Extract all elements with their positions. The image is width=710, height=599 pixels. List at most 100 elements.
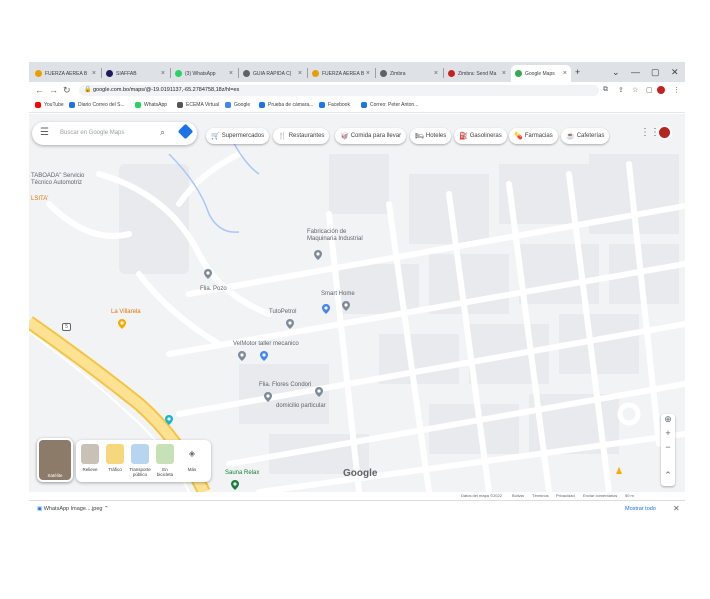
zoom-in-button[interactable]: + <box>661 428 675 442</box>
search-box[interactable]: ☰ Buscar en Google Maps ⌕ <box>32 122 197 145</box>
attribution-bar: Datos del mapa ©2022 Bolivia Términos Pr… <box>29 492 685 500</box>
layer-relieve[interactable]: Relieve <box>79 444 101 472</box>
close-icon[interactable]: × <box>161 70 165 77</box>
profile-avatar[interactable] <box>657 86 665 94</box>
bookmark-correo-peter[interactable]: Correo: Peter Anton... <box>361 102 418 108</box>
gray-pin-icon[interactable] <box>314 250 322 260</box>
forward-icon[interactable]: → <box>49 85 58 95</box>
blue-pin-icon[interactable] <box>260 351 268 361</box>
maximize-button[interactable]: ▢ <box>651 67 660 78</box>
tab-zimbra-send[interactable]: Zimbra: Send Ma × <box>444 65 510 82</box>
layers-button[interactable]: Satélite <box>37 438 73 482</box>
bookmark-prueba-camara[interactable]: Prueba de cámara... <box>259 102 313 108</box>
gray-pin-icon[interactable] <box>204 269 212 279</box>
chip-comida-para-llevar[interactable]: 🥡 Comida para llevar <box>335 128 407 144</box>
terms-link[interactable]: Términos <box>532 493 549 498</box>
hamburger-menu-icon[interactable]: ☰ <box>40 127 49 138</box>
show-all-button[interactable]: Mostrar todo <box>625 506 656 512</box>
place-label-smart-home[interactable]: Smart Home <box>321 291 355 298</box>
close-icon[interactable]: × <box>229 70 233 77</box>
bookmark-youtube[interactable]: YouTube <box>35 102 64 108</box>
translate-icon[interactable]: ⧉ <box>603 86 608 94</box>
place-label-flia-flores-condori[interactable]: Flia. Flores Condori <box>259 382 311 389</box>
close-icon[interactable]: × <box>92 70 96 77</box>
search-input[interactable]: Buscar en Google Maps <box>60 130 124 136</box>
chip-restaurantes[interactable]: 🍴 Restaurantes <box>273 128 330 144</box>
sidepanel-icon[interactable]: ▢ <box>646 86 653 94</box>
place-label-taboada[interactable]: TABOADA" Servicio Técnico Automotriz <box>31 173 84 187</box>
close-downloads-button[interactable]: ✕ <box>673 504 680 513</box>
new-tab-button[interactable]: + <box>575 67 580 77</box>
layer-en-bicicleta[interactable]: En bicicleta <box>154 444 176 477</box>
directions-icon[interactable] <box>177 123 194 140</box>
download-item[interactable]: ▣ WhatsApp Image....jpeg ⌃ <box>37 506 109 512</box>
place-label-sauna-relax[interactable]: Sauna Relax <box>225 470 259 477</box>
compass-icon[interactable]: ⊕ <box>661 414 675 428</box>
layer-transporte-publico[interactable]: Transporte público <box>129 444 151 477</box>
layer-mas[interactable]: ◈ Más <box>181 444 203 472</box>
map-canvas[interactable]: ☰ Buscar en Google Maps ⌕ 🛒 Supermercados… <box>29 114 685 492</box>
traffic-icon <box>106 444 124 464</box>
bookmark-facebook[interactable]: Facebook <box>319 102 350 108</box>
account-avatar[interactable] <box>657 125 672 140</box>
url-field[interactable]: 🔒 google.com.bo/maps/@-19.0191137,-65.278… <box>79 85 599 96</box>
privacy-link[interactable]: Privacidad <box>556 493 575 498</box>
bookmark-whatsapp[interactable]: WhatsApp <box>135 102 167 108</box>
country-label[interactable]: Bolivia <box>512 493 524 498</box>
place-label-domicilio-particular[interactable]: domicilio particular <box>276 403 326 410</box>
place-label-fabricacion[interactable]: Fabricación de Maquinaria Industrial <box>307 229 363 243</box>
tab-fuerza-aerea-1[interactable]: FUERZA AEREA B × <box>31 65 100 82</box>
tab-search-dropdown[interactable]: ⌄ <box>612 67 620 78</box>
gray-pin-icon[interactable] <box>286 319 294 329</box>
chip-cafeterias[interactable]: ☕ Cafeterías <box>561 128 610 144</box>
place-label-velmotor[interactable]: VelMotor taller mecanico <box>233 341 299 348</box>
green-pin-icon[interactable] <box>231 480 239 490</box>
place-label-lsita[interactable]: LSITA' <box>31 196 48 203</box>
blue-pin-icon[interactable] <box>322 304 330 314</box>
reload-icon[interactable]: ↻ <box>63 85 71 96</box>
search-icon[interactable]: ⌕ <box>160 127 165 138</box>
zoom-out-button[interactable]: − <box>661 442 675 456</box>
chip-gasolineras[interactable]: ⛽ Gasolineras <box>454 128 507 144</box>
gray-pin-icon[interactable] <box>238 351 246 361</box>
pegman-icon[interactable]: ♟ <box>615 466 623 477</box>
gray-pin-icon[interactable] <box>342 301 350 311</box>
tab-favicon <box>35 70 42 77</box>
place-label-la-villarela[interactable]: La Villarela <box>111 309 141 316</box>
tab-google-maps[interactable]: Google Maps × <box>511 65 571 82</box>
bookmark-ecema[interactable]: ECEMA Virtual <box>177 102 219 108</box>
gray-pin-icon[interactable] <box>315 387 323 397</box>
close-window-button[interactable]: ✕ <box>671 67 679 78</box>
back-icon[interactable]: ← <box>35 85 44 95</box>
close-icon[interactable]: × <box>298 70 302 77</box>
more-layers-icon: ◈ <box>183 444 201 464</box>
close-icon[interactable]: × <box>502 70 506 77</box>
orange-pin-icon[interactable] <box>118 319 126 329</box>
tab-fuerza-aerea-2[interactable]: FUERZA AEREA B × <box>308 65 374 82</box>
chip-supermercados[interactable]: 🛒 Supermercados <box>206 128 270 144</box>
place-label-tutopetrol[interactable]: TutoPetrol <box>269 309 296 316</box>
bookmark-star-icon[interactable]: ☆ <box>632 86 638 94</box>
bookmark-diario-correo[interactable]: Diario Correo del S... <box>69 102 125 108</box>
chip-farmacias[interactable]: 💊 Farmacias <box>509 128 558 144</box>
bookmarks-bar: YouTube Diario Correo del S... WhatsApp … <box>29 99 685 113</box>
tab-guia-rapida[interactable]: GUIA RAPIDA C(× <box>239 65 306 82</box>
place-label-flia-pozo[interactable]: Flia. Pozo <box>200 286 227 293</box>
close-icon[interactable]: × <box>366 70 370 77</box>
layer-trafico[interactable]: Tráfico <box>104 444 126 472</box>
feedback-link[interactable]: Enviar comentarios <box>583 493 617 498</box>
close-icon[interactable]: × <box>434 70 438 77</box>
chevron-up-icon[interactable]: ⌃ <box>104 506 109 512</box>
gray-pin-icon[interactable] <box>264 392 272 402</box>
expand-icon[interactable]: ⌃ <box>661 470 675 484</box>
chip-hoteles[interactable]: 🛏 Hoteles <box>410 128 452 144</box>
share-icon[interactable]: ⇪ <box>618 86 624 94</box>
tab-zimbra[interactable]: Zimbra × <box>376 65 442 82</box>
tab-siaffab[interactable]: SIAFFAB × <box>102 65 169 82</box>
close-icon[interactable]: × <box>563 70 567 77</box>
kebab-menu-icon[interactable]: ⋮ <box>673 86 680 94</box>
bookmark-google[interactable]: Google <box>225 102 250 108</box>
minimize-button[interactable]: — <box>631 67 640 77</box>
teal-pin-icon[interactable] <box>165 415 173 425</box>
tab-whatsapp[interactable]: (3) WhatsApp × <box>171 65 237 82</box>
